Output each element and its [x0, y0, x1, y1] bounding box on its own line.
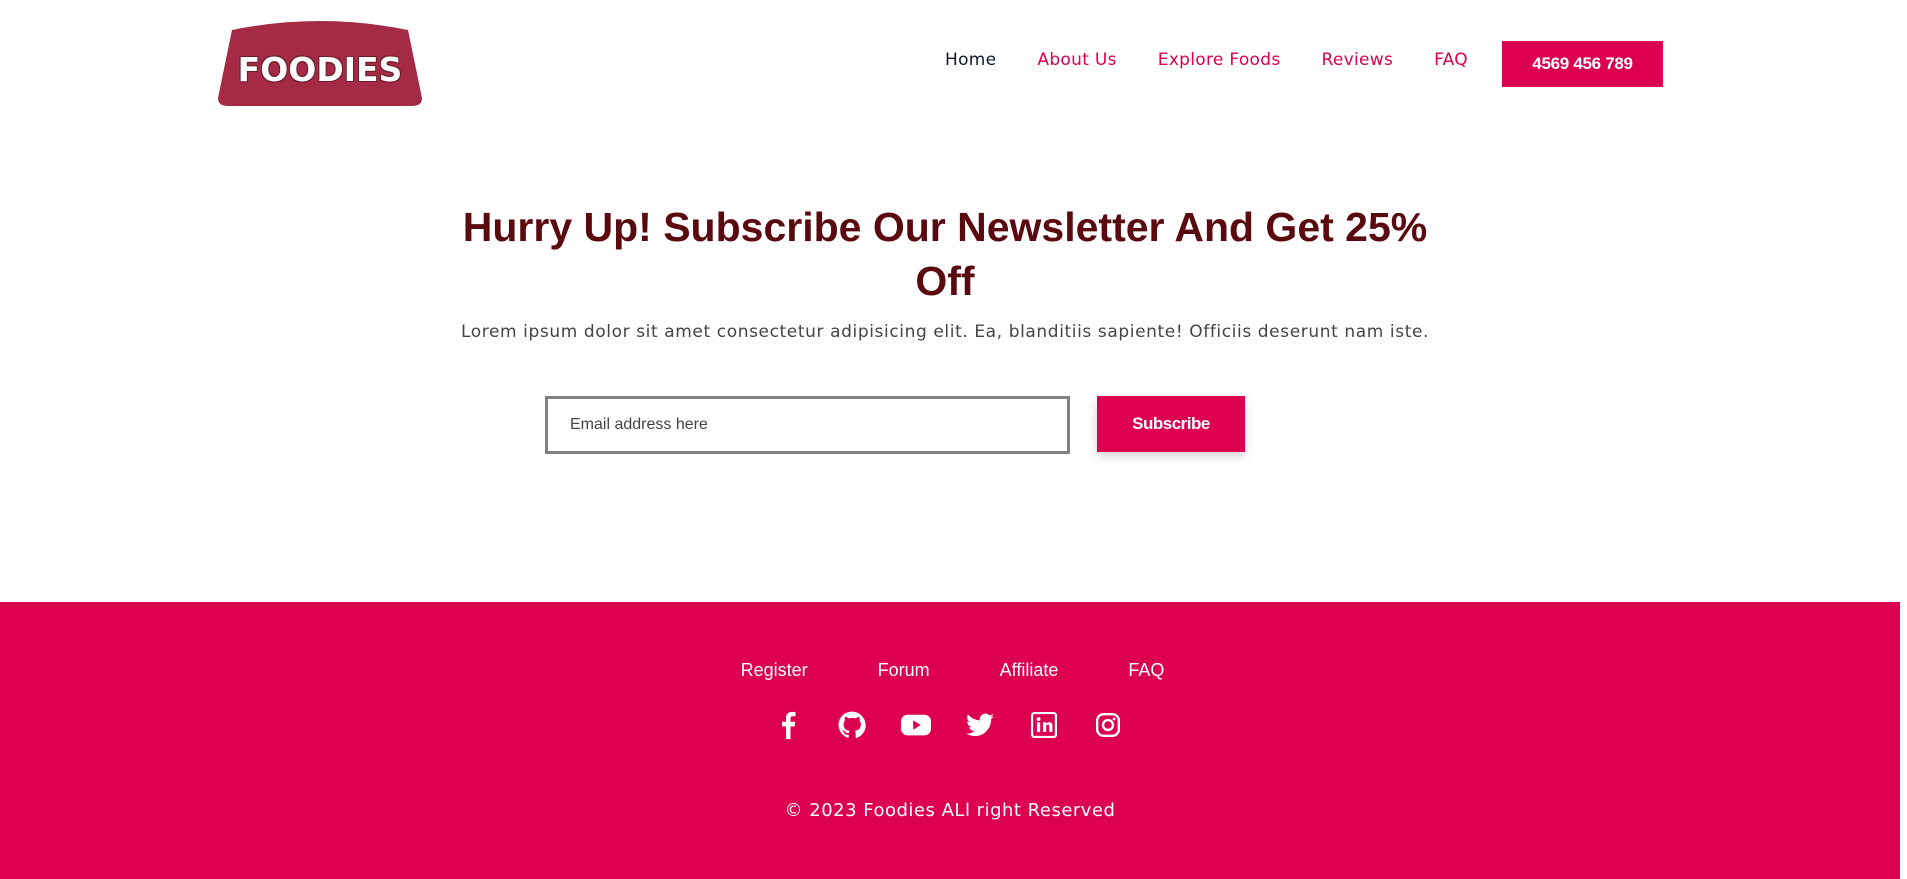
site-header: FOODIES Home About Us Explore Foods Revi…	[0, 0, 1907, 130]
nav-item-home[interactable]: Home	[945, 50, 996, 70]
social-links	[0, 710, 1900, 740]
youtube-icon[interactable]	[900, 710, 931, 740]
logo-text: FOODIES	[237, 49, 403, 89]
nav-item-faq[interactable]: FAQ	[1434, 50, 1468, 70]
footer-link-forum[interactable]: Forum	[878, 660, 930, 681]
newsletter-subtitle: Lorem ipsum dolor sit amet consectetur a…	[460, 322, 1430, 342]
footer-link-affiliate[interactable]: Affiliate	[1000, 660, 1059, 681]
linkedin-icon[interactable]	[1029, 710, 1059, 740]
footer-links: Register Forum Affiliate FAQ	[0, 660, 1900, 681]
main-nav: Home About Us Explore Foods Reviews FAQ	[945, 50, 1509, 70]
instagram-icon[interactable]	[1093, 710, 1123, 740]
footer-link-register[interactable]: Register	[741, 660, 808, 681]
site-footer: Register Forum Affiliate FAQ © 2023 Food…	[0, 602, 1900, 879]
nav-item-explore-foods[interactable]: Explore Foods	[1158, 50, 1281, 70]
copyright-text: © 2023 Foodies ALl right Reserved	[784, 800, 1116, 821]
footer-link-faq[interactable]: FAQ	[1128, 660, 1164, 681]
newsletter-title: Hurry Up! Subscribe Our Newsletter And G…	[462, 204, 1428, 304]
nav-item-reviews[interactable]: Reviews	[1322, 50, 1394, 70]
facebook-icon[interactable]	[773, 710, 803, 740]
github-icon[interactable]	[837, 710, 867, 740]
subscribe-button[interactable]: Subscribe	[1097, 396, 1245, 452]
twitter-icon[interactable]	[965, 710, 995, 740]
email-input[interactable]: Email address here	[545, 396, 1070, 454]
phone-button[interactable]: 4569 456 789	[1502, 41, 1663, 87]
newsletter-section: Hurry Up! Subscribe Our Newsletter And G…	[0, 200, 1890, 342]
nav-item-about-us[interactable]: About Us	[1037, 50, 1116, 70]
foodies-logo[interactable]: FOODIES	[218, 20, 422, 106]
newsletter-form: Email address here Subscribe	[545, 396, 1245, 454]
